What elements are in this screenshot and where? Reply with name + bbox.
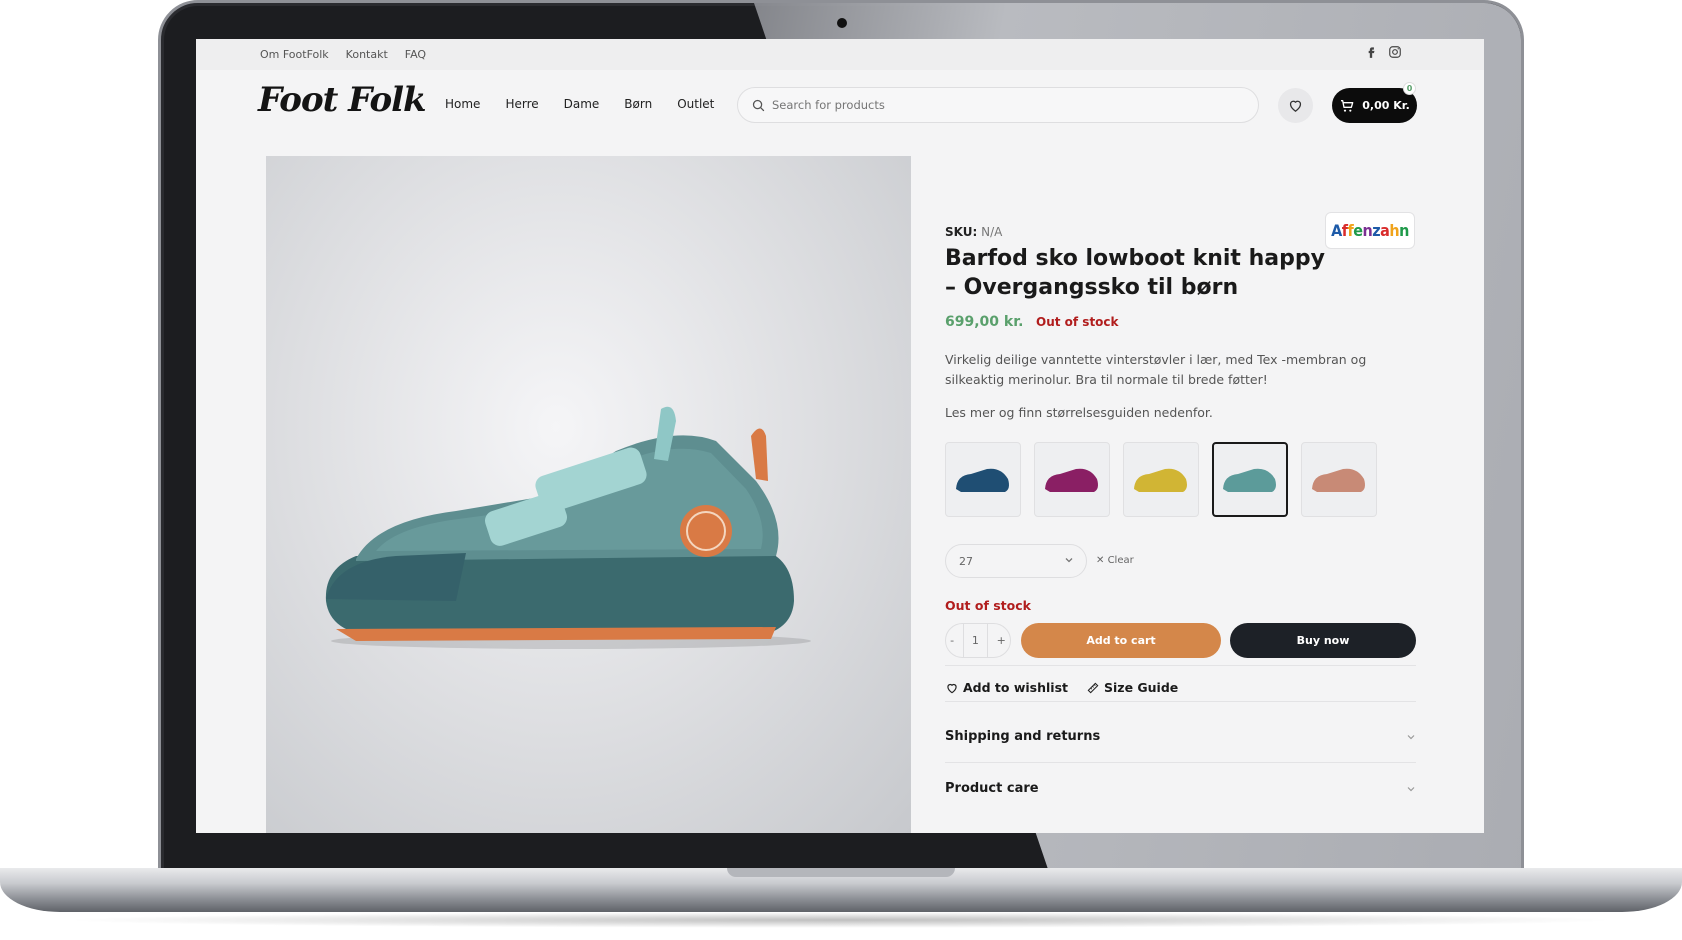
topbar-link-om-footfolk[interactable]: Om FootFolk [260,48,329,61]
stock-message: Out of stock [945,598,1031,613]
color-swatch[interactable] [1123,442,1199,517]
ruler-icon [1087,682,1099,693]
nav-item-born[interactable]: Børn [624,97,652,111]
add-to-wishlist-link[interactable]: Add to wishlist [945,680,1068,695]
qty-plus-button[interactable]: + [997,634,1006,647]
accordion-shipping-returns[interactable]: Shipping and returns [945,729,1416,744]
screen: Om FootFolk Kontakt FAQ Foot Folk Home H… [196,39,1484,833]
swatch-shoe [956,468,1009,492]
laptop-frame: Om FootFolk Kontakt FAQ Foot Folk Home H… [0,0,1682,940]
topbar-links: Om FootFolk Kontakt FAQ [260,48,426,61]
stock-status: Out of stock [1036,315,1119,329]
wishlist-label: Add to wishlist [963,680,1068,695]
size-select[interactable]: 27 [945,544,1087,578]
product-image[interactable] [266,156,911,833]
color-swatch[interactable] [1301,442,1377,517]
color-swatches [945,442,1377,517]
quantity-stepper: - 1 + [945,623,1011,658]
divider [945,762,1416,763]
brand-name: Affenzahn [1331,221,1409,240]
color-swatch[interactable] [945,442,1021,517]
size-guide-link[interactable]: Size Guide [1086,680,1178,695]
swatch-shoe [1045,468,1098,492]
color-swatch[interactable] [1034,442,1110,517]
laptop-shadow [60,912,1622,928]
selected-size: 27 [959,555,973,568]
buy-now-button[interactable]: Buy now [1230,623,1416,658]
chevron-down-icon [1407,787,1415,792]
product-description-more: Les mer og finn størrelsesguiden nedenfo… [945,405,1213,420]
sku: SKU: N/A [945,225,1002,239]
chevron-down-icon [1407,735,1415,740]
qty-value[interactable]: 1 [972,634,979,647]
qty-divider [987,623,989,658]
cart-button[interactable]: 0,00 Kr. 0 [1332,82,1417,123]
sku-value: N/A [981,225,1003,239]
swatch-shoe [1312,468,1365,492]
color-swatch-selected[interactable] [1212,442,1288,517]
webcam [837,18,847,28]
divider [945,665,1416,666]
laptop-notch [727,868,955,877]
sku-label: SKU: [945,225,978,239]
shoe-illustration [325,406,811,649]
chevron-down-icon [1065,558,1073,563]
cart-icon [1341,99,1354,112]
heart-icon [1289,100,1302,112]
site-logo[interactable]: Foot Folk [258,80,427,120]
size-guide-label: Size Guide [1104,680,1179,695]
accordion-product-care[interactable]: Product care [945,781,1416,796]
search-bar [737,87,1259,123]
close-icon: ✕ [1096,555,1105,566]
search-input[interactable] [772,88,1242,122]
topbar-link-kontakt[interactable]: Kontakt [346,48,388,61]
accordion-title: Shipping and returns [945,729,1101,744]
product-price: 699,00 kr. [945,314,1024,330]
clear-button[interactable]: ✕ Clear [1096,555,1134,566]
product-actions: Add to wishlist Size Guide [945,680,1178,695]
nav-item-home[interactable]: Home [445,97,480,111]
brand-logo[interactable]: Affenzahn [1325,212,1415,249]
nav-item-dame[interactable]: Dame [564,97,600,111]
instagram-icon[interactable] [1388,45,1402,62]
topbar: Om FootFolk Kontakt FAQ [196,39,1484,70]
swatch-shoe [1134,468,1187,492]
nav-item-herre[interactable]: Herre [505,97,538,111]
heart-icon [947,683,957,693]
cart-total: 0,00 Kr. [1362,99,1410,112]
main-nav: Home Herre Dame Børn Outlet [445,97,714,111]
social-links [1364,45,1402,62]
product-title: Barfod sko lowboot knit happy – Overgang… [945,246,1325,300]
accordion-title: Product care [945,781,1039,796]
wishlist-button[interactable] [1278,88,1313,123]
header: Foot Folk Home Herre Dame Børn Outlet 0,… [196,70,1484,140]
cart-count-badge: 0 [1403,82,1416,95]
topbar-link-faq[interactable]: FAQ [405,48,426,61]
qty-divider [962,623,964,658]
product-description: Virkelig deilige vanntette vinterstøvler… [945,352,1367,387]
divider [945,701,1416,702]
add-to-cart-button[interactable]: Add to cart [1021,623,1221,658]
swatch-shoe [1223,468,1276,492]
facebook-icon[interactable] [1364,45,1378,62]
search-icon [752,99,765,112]
qty-minus-button[interactable]: - [950,634,954,647]
clear-label: Clear [1107,555,1134,566]
nav-item-outlet[interactable]: Outlet [677,97,714,111]
